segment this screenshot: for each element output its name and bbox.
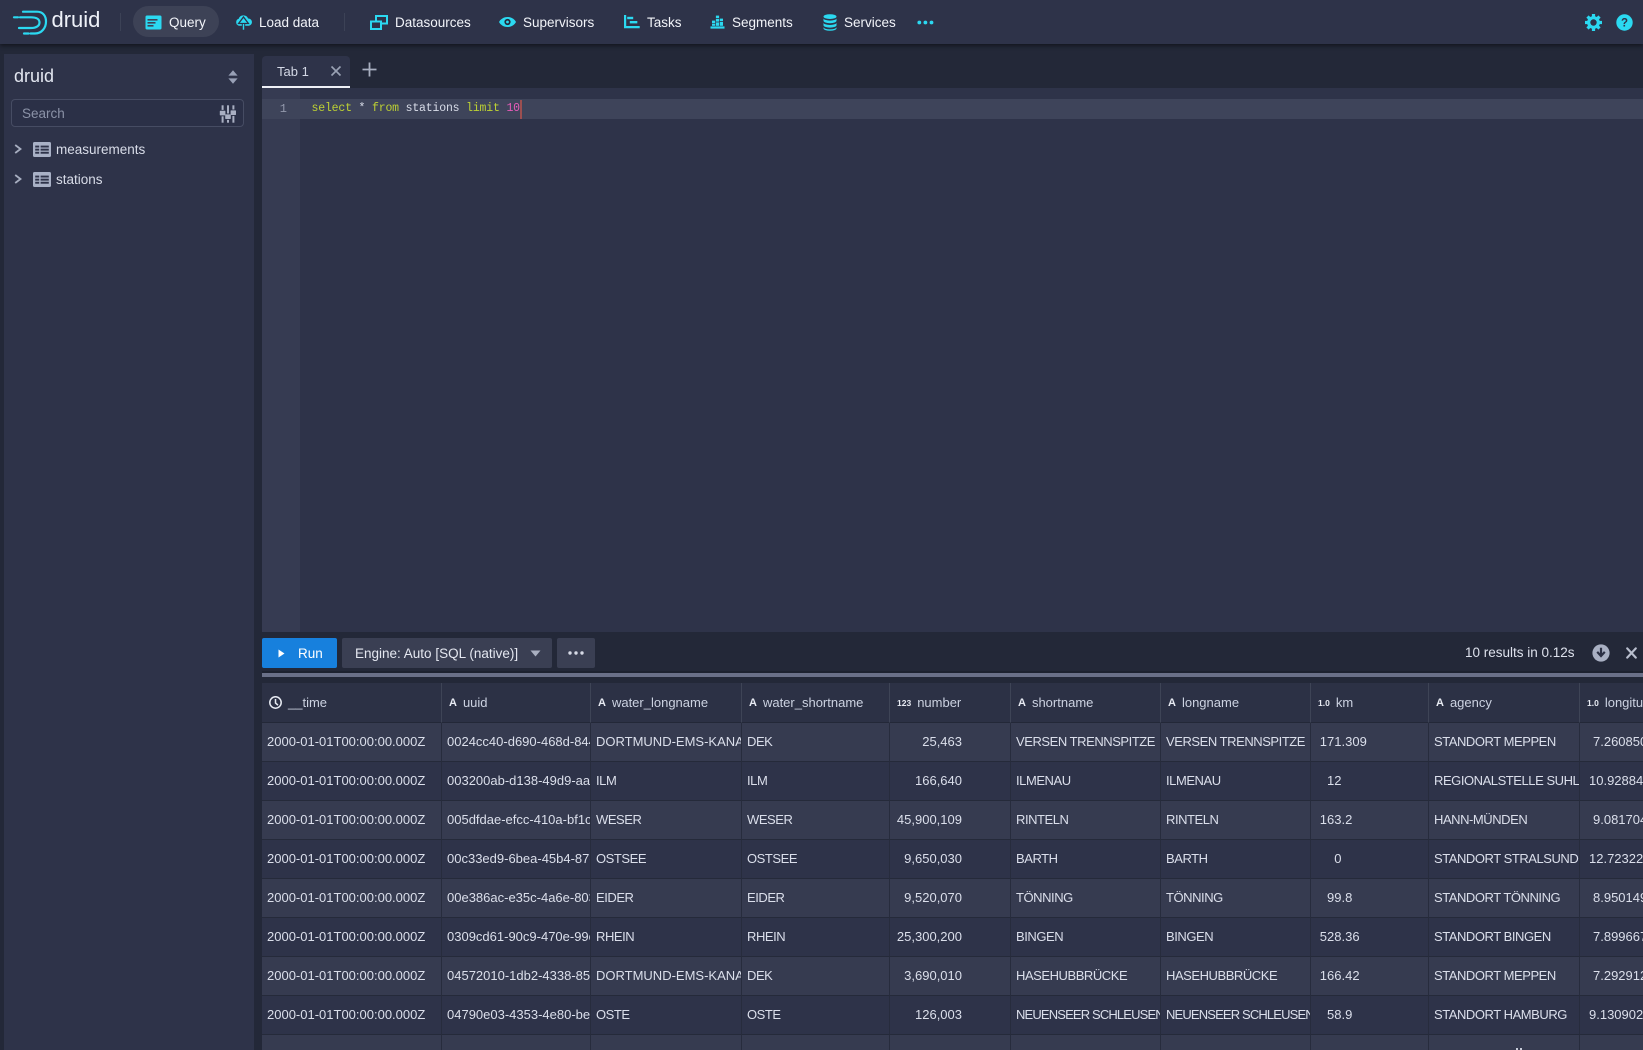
svg-text:?: ? bbox=[1621, 17, 1628, 29]
